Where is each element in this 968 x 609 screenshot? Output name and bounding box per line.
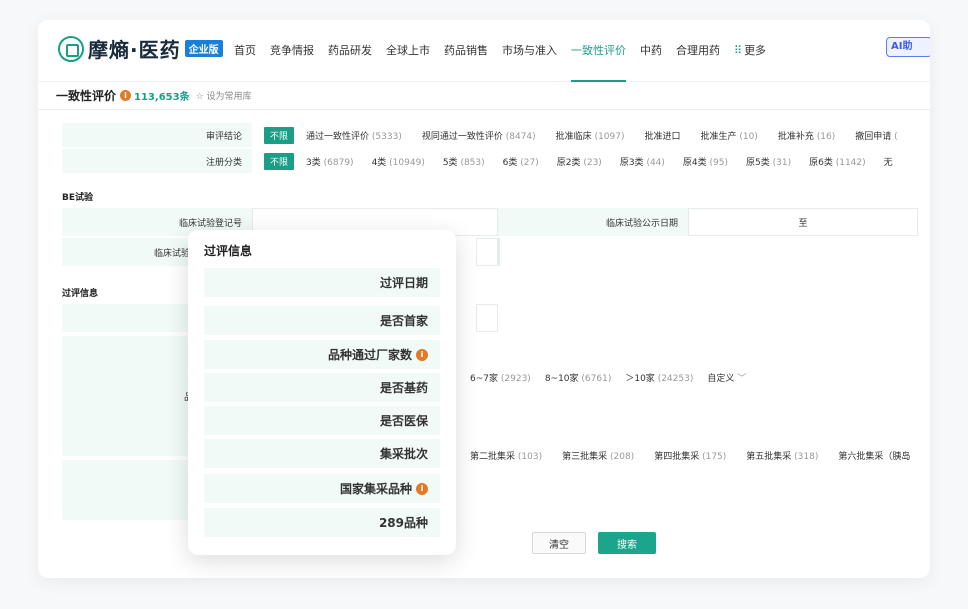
filter-option[interactable]: 撤回申请 ( — [855, 129, 897, 142]
filter-option[interactable]: 6类 (27) — [503, 155, 539, 168]
popup-item-label: 是否医保 — [379, 414, 428, 428]
filter-option[interactable]: 第三批集采 (208) — [562, 449, 634, 462]
popup-title: 过评信息 — [204, 244, 253, 258]
section-title-review: 过评信息 — [62, 289, 99, 299]
filter-option[interactable]: 批准生产 (10) — [701, 129, 758, 142]
popup-item-289[interactable]: 289品种 — [204, 508, 440, 539]
nav-item-rd[interactable]: 药品研发 — [328, 42, 372, 82]
label-trial: 临床试验 — [62, 238, 190, 266]
popup-item-review-date[interactable]: 过评日期 — [204, 268, 440, 299]
filter-option[interactable]: 原5类 (31) — [746, 155, 791, 168]
brand-logo[interactable]: 摩熵·医药 企业版 — [58, 34, 223, 63]
filter-option[interactable]: ＞10家 (24253) — [625, 371, 693, 384]
filter-option[interactable]: 原3类 (44) — [620, 155, 665, 168]
filter-any-review[interactable]: 不限 — [264, 126, 295, 144]
logo-icon — [58, 35, 84, 62]
review-info-popup: 过评信息 过评日期 是否首家 品种通过厂家数 i 是否基药 是否医保 集采批次 国… — [188, 230, 456, 555]
filter-option[interactable]: 批准临床 (1097) — [556, 129, 625, 142]
popup-item-label: 是否基药 — [379, 381, 428, 395]
filter-option[interactable]: 3类 (6879) — [306, 155, 354, 168]
popup-item-batch[interactable]: 集采批次 — [204, 439, 440, 470]
fav-label: 设为常用库 — [206, 92, 252, 102]
filter-option[interactable]: 第二批集采 (103) — [470, 449, 542, 462]
filter-any-reg[interactable]: 不限 — [264, 152, 295, 170]
popup-item-label: 289品种 — [378, 516, 428, 530]
nav-more-label: 更多 — [744, 44, 767, 57]
pub-date-range-input[interactable]: 至 — [688, 208, 918, 236]
factory-options-row: 6~7家 (2923) 8~10家 (6761) ＞10家 (24253) 自定… — [470, 364, 766, 390]
record-count: 113,653条 — [134, 92, 190, 103]
filter-option[interactable]: 批准补充 (16) — [778, 129, 835, 142]
filter-option[interactable]: 4类 (10949) — [372, 155, 425, 168]
top-nav: 摩熵·医药 企业版 首页 竞争情报 药品研发 全球上市 药品销售 市场与准入 一… — [38, 20, 930, 82]
filter-label-reg: 注册分类 — [62, 149, 252, 173]
filter-option[interactable]: 5类 (853) — [443, 155, 485, 168]
filter-option[interactable]: 第五批集采 (318) — [746, 449, 818, 462]
popup-item-label: 品种通过厂家数 — [327, 348, 412, 362]
batch-options-row: 第二批集采 (103) 第三批集采 (208) 第四批集采 (175) 第五批集… — [470, 442, 930, 468]
page-title: 一致性评价 — [56, 89, 117, 103]
chevron-down-icon: ﹀ — [737, 373, 747, 384]
popup-item-label: 过评日期 — [379, 276, 428, 290]
popup-item-essential[interactable]: 是否基药 — [204, 373, 440, 404]
filter-option[interactable]: 无 — [884, 155, 893, 168]
popup-item-first[interactable]: 是否首家 — [204, 306, 440, 337]
grid-icon: ⠿ — [734, 44, 743, 57]
range-separator: 至 — [798, 218, 808, 229]
filter-option[interactable]: 通过一致性评价 (5333) — [306, 129, 402, 142]
filter-option[interactable]: 第六批集采（胰岛 — [838, 449, 910, 462]
filter-option[interactable]: 视同通过一致性评价 (8474) — [422, 129, 536, 142]
info-icon[interactable]: i — [120, 90, 132, 101]
edition-badge: 企业版 — [184, 40, 223, 57]
nav-item-intel[interactable]: 竞争情报 — [270, 42, 314, 82]
nav-item-tcm[interactable]: 中药 — [640, 42, 662, 82]
filter-option[interactable]: 原4类 (95) — [683, 155, 728, 168]
filter-option[interactable]: 原2类 (23) — [557, 155, 602, 168]
nav-item-home[interactable]: 首页 — [234, 42, 256, 82]
trial-input-edge[interactable] — [476, 238, 498, 266]
info-icon[interactable]: i — [416, 348, 428, 361]
ai-label: AI助 — [891, 41, 913, 52]
filter-option[interactable]: 第四批集采 (175) — [654, 449, 726, 462]
filter-reg-row: 注册分类 不限 3类 (6879) 4类 (10949) 5类 (853) 6类… — [62, 148, 913, 174]
nav-item-global[interactable]: 全球上市 — [386, 42, 430, 82]
popup-item-label: 集采批次 — [379, 447, 428, 461]
label-pub-date: 临床试验公示日期 — [498, 208, 688, 236]
popup-item-insurance[interactable]: 是否医保 — [204, 406, 440, 437]
nav-menu: 首页 竞争情报 药品研发 全球上市 药品销售 市场与准入 一致性评价 中药 合理… — [234, 42, 780, 82]
set-favorite-link[interactable]: ☆ 设为常用库 — [196, 89, 252, 102]
review-input-edge[interactable] — [476, 304, 498, 332]
nav-item-more[interactable]: ⠿ 更多 — [734, 42, 766, 82]
popup-item-label: 是否首家 — [379, 314, 428, 328]
brand-name: 摩熵·医药 — [88, 38, 181, 62]
nav-item-sales[interactable]: 药品销售 — [444, 42, 488, 82]
filter-option[interactable]: 6~7家 (2923) — [470, 371, 531, 384]
popup-item-factory-count[interactable]: 品种通过厂家数 i — [204, 340, 440, 371]
title-bar: 一致性评价 i 113,653条 ☆ 设为常用库 — [38, 82, 930, 110]
nav-item-rational[interactable]: 合理用药 — [676, 42, 720, 82]
filter-review-row: 审评结论 不限 通过一致性评价 (5333) 视同通过一致性评价 (8474) … — [62, 122, 918, 148]
ai-assistant-button[interactable]: AI助 — [886, 37, 930, 57]
filter-option[interactable]: 批准进口 — [645, 129, 681, 142]
popup-item-national[interactable]: 国家集采品种 i — [204, 474, 440, 505]
main-card: 摩熵·医药 企业版 首页 竞争情报 药品研发 全球上市 药品销售 市场与准入 一… — [38, 20, 930, 578]
info-icon[interactable]: i — [416, 482, 428, 495]
filter-option[interactable]: 原6类 (1142) — [809, 155, 866, 168]
custom-range-dropdown[interactable]: 自定义 ﹀ — [707, 371, 746, 384]
clear-button[interactable]: 清空 — [532, 532, 586, 554]
filter-label-review: 审评结论 — [62, 123, 252, 147]
popup-item-label: 国家集采品种 — [339, 482, 412, 496]
filter-option[interactable]: 8~10家 (6761) — [545, 371, 612, 384]
nav-item-consistency[interactable]: 一致性评价 — [571, 42, 626, 82]
nav-item-market[interactable]: 市场与准入 — [502, 42, 557, 82]
section-title-be: BE试验 — [62, 193, 94, 203]
search-button[interactable]: 搜索 — [598, 532, 656, 554]
